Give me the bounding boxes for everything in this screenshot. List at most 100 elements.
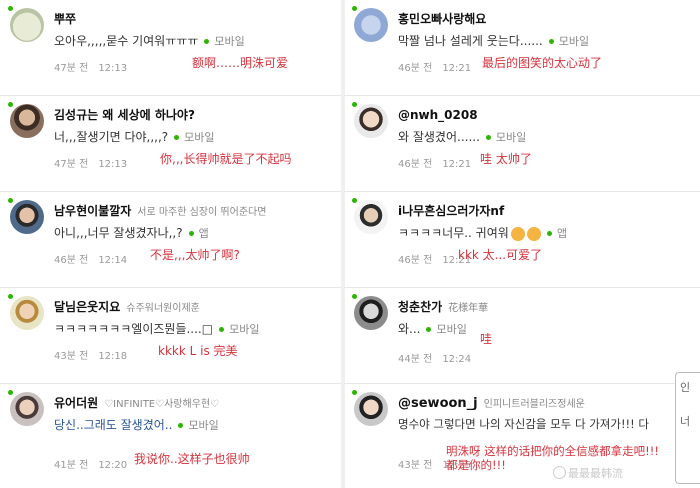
- comment-item: 남우현이불깔자 서로 마주한 심장이 뛰어준다면 아니,,,너무 잘생겼자나,,?…: [0, 192, 342, 288]
- kissing-face-icon: [526, 226, 541, 241]
- comment-item: 유어더원 ♡INFINITE♡사랑해우현♡ 당신..그래도 잘생겼어.. 모바일 4…: [0, 384, 342, 488]
- comment-item: @nwh_0208 와 잘생겼어...... 모바일 46분 전 12:21 哇 太…: [344, 96, 700, 192]
- comment-author[interactable]: i나무흔심으러가자nf: [398, 204, 504, 218]
- comment-ago: 46분 전: [398, 255, 433, 266]
- translation-caption: 哇 太帅了: [480, 152, 532, 166]
- translation-caption: 额啊……明洙可爱: [192, 56, 289, 70]
- source-dot-icon: [178, 422, 184, 428]
- source-dot-icon: [188, 230, 194, 236]
- comment-source: 모바일: [188, 419, 219, 432]
- avatar[interactable]: [354, 8, 388, 42]
- comment-author[interactable]: 남우현이불깔자: [54, 204, 131, 218]
- avatar[interactable]: [10, 392, 44, 426]
- comment-text: 와...: [398, 322, 421, 336]
- comment-author-subtitle: 서로 마주한 심장이 뛰어준다면: [137, 207, 267, 218]
- watermark-icon: [553, 466, 566, 479]
- source-dot-icon: [426, 326, 432, 332]
- comment-text: 와 잘생겼어......: [398, 130, 480, 144]
- avatar[interactable]: [354, 200, 388, 234]
- comment-text: ㅋㅋㅋㅋ너무.. 귀여워: [398, 226, 509, 240]
- comment-column-left: 뿌쭈 오아우,,,,,묻수 기여워ㅠㅠㅠ 모바일 47분 전 12:13 额啊……明…: [0, 0, 342, 488]
- avatar[interactable]: [10, 104, 44, 138]
- comment-text: ㅋㅋㅋㅋㅋㅋㅋ엘이즈뭔들....□: [54, 322, 214, 336]
- comment-ago: 46분 전: [54, 255, 89, 266]
- watermark: 最最最韩流: [568, 467, 623, 480]
- comment-ago: 46분 전: [398, 63, 433, 74]
- comment-ago: 47분 전: [54, 159, 89, 170]
- comment-ago: 46분 전: [398, 159, 433, 170]
- comment-time: 12:18: [98, 351, 128, 362]
- comment-time: 12:21: [442, 63, 472, 74]
- comment-source: 모바일: [436, 323, 467, 336]
- translation-caption: kkk 太...可爱了: [458, 248, 543, 262]
- comment-author[interactable]: 달님은웃지요: [54, 300, 120, 314]
- comment-ago: 47분 전: [54, 63, 89, 74]
- translation-caption: 最后的图笑的太心动了: [482, 56, 603, 70]
- avatar[interactable]: [354, 392, 388, 426]
- comment-item: 홍민오빠사랑해요 막짤 넘나 설레게 웃는다...... 모바일 46분 전 12:…: [344, 0, 700, 96]
- source-dot-icon: [485, 134, 491, 140]
- avatar[interactable]: [10, 200, 44, 234]
- source-dot-icon: [204, 38, 210, 44]
- comment-item: 청춘찬가 花様年華 와... 모바일 44분 전 12:24 哇: [344, 288, 700, 384]
- comment-source: 모바일: [558, 35, 590, 48]
- comment-ago: 43분 전: [54, 351, 89, 362]
- comment-source: 앱: [198, 227, 209, 240]
- comment-ago: 44분 전: [398, 354, 433, 365]
- comment-text: 아니,,,너무 잘생겼자나,,?: [54, 226, 183, 240]
- comment-author[interactable]: 뿌쭈: [54, 12, 76, 26]
- comment-author-subtitle: 花様年華: [448, 303, 489, 314]
- comment-text: 오아우,,,,,묻수 기여워ㅠㅠㅠ: [54, 34, 199, 48]
- avatar[interactable]: [10, 296, 44, 330]
- comment-author-subtitle: 인피니트러블리즈정세운: [483, 399, 585, 410]
- comment-item: 달님은웃지요 슈주워너원이제훈 ㅋㅋㅋㅋㅋㅋㅋ엘이즈뭔들....□ 모바일 43분 …: [0, 288, 342, 384]
- comment-author-subtitle: ♡INFINITE♡사랑해우현♡: [104, 399, 220, 410]
- smiling-face-icon: [510, 226, 525, 241]
- translation-caption: 你,,,长得帅就是了不起吗: [160, 152, 292, 166]
- comment-text: 너,,,잘생기면 다야,,,,?: [54, 130, 169, 144]
- comment-ago: 41분 전: [54, 460, 89, 471]
- translation-caption: 哇: [480, 332, 493, 346]
- comment-item: i나무흔심으러가자nf ㅋㅋㅋㅋ너무.. 귀여워 앱 46분 전 12:21 kkk…: [344, 192, 700, 288]
- comment-item: 뿌쭈 오아우,,,,,묻수 기여워ㅠㅠㅠ 모바일 47분 전 12:13 额啊……明…: [0, 0, 342, 96]
- popup-text: 인: [680, 381, 691, 394]
- source-dot-icon: [546, 230, 552, 236]
- comment-item: @sewoon_j 인피니트러블리즈정세운 명수야 그렇다면 나의 자신감을 모두…: [344, 384, 700, 488]
- comment-author[interactable]: @nwh_0208: [398, 108, 478, 122]
- comment-source: 앱: [556, 227, 567, 240]
- comment-author[interactable]: 홍민오빠사랑해요: [398, 12, 486, 26]
- comment-author[interactable]: 청춘찬가: [398, 300, 442, 314]
- comment-text: 막짤 넘나 설레게 웃는다......: [398, 34, 543, 48]
- comment-time: 12:21: [442, 159, 472, 170]
- comment-ago: 43분 전: [398, 460, 433, 471]
- side-popup[interactable]: 인 너: [675, 372, 700, 484]
- comment-author[interactable]: 유어더원: [54, 396, 98, 410]
- comment-text: 명수야 그렇다면 나의 자신감을 모두 다 가져가!!! 다: [398, 417, 650, 431]
- comment-time: 12:24: [442, 354, 472, 365]
- comment-source: 모바일: [229, 323, 260, 336]
- avatar[interactable]: [354, 296, 388, 330]
- comment-text: 당신..그래도 잘생겼어..: [54, 418, 173, 432]
- comment-time: 12:14: [98, 255, 128, 266]
- avatar[interactable]: [354, 104, 388, 138]
- source-dot-icon: [174, 134, 180, 140]
- comment-time: 12:13: [98, 63, 128, 74]
- comment-time: 12:20: [98, 460, 128, 471]
- comment-author[interactable]: @sewoon_j: [398, 396, 478, 411]
- avatar[interactable]: [10, 8, 44, 42]
- source-dot-icon: [548, 38, 554, 44]
- comment-time: 12:13: [98, 159, 128, 170]
- translation-caption: 我说你..这样子也很帅: [134, 452, 250, 466]
- comment-item: 김성규는 왜 세상에 하나야? 너,,,잘생기면 다야,,,,? 모바일 47분 …: [0, 96, 342, 192]
- translation-caption: kkkk L is 完美: [158, 344, 238, 358]
- popup-text: 너: [680, 415, 691, 428]
- comment-source: 모바일: [184, 131, 215, 144]
- source-dot-icon: [219, 326, 225, 332]
- comment-author[interactable]: 김성규는 왜 세상에 하나야?: [54, 108, 195, 122]
- translation-caption: 明洙呀 这样的话把你的全信感都拿走吧!!! 都是你的!!!: [446, 444, 659, 472]
- comment-source: 모바일: [495, 131, 527, 144]
- comment-column-right: 홍민오빠사랑해요 막짤 넘나 설레게 웃는다...... 모바일 46분 전 12:…: [344, 0, 700, 488]
- comment-source: 모바일: [214, 35, 245, 48]
- translation-caption: 不是,,,太帅了啊?: [150, 248, 240, 262]
- comment-author-subtitle: 슈주워너원이제훈: [126, 303, 200, 314]
